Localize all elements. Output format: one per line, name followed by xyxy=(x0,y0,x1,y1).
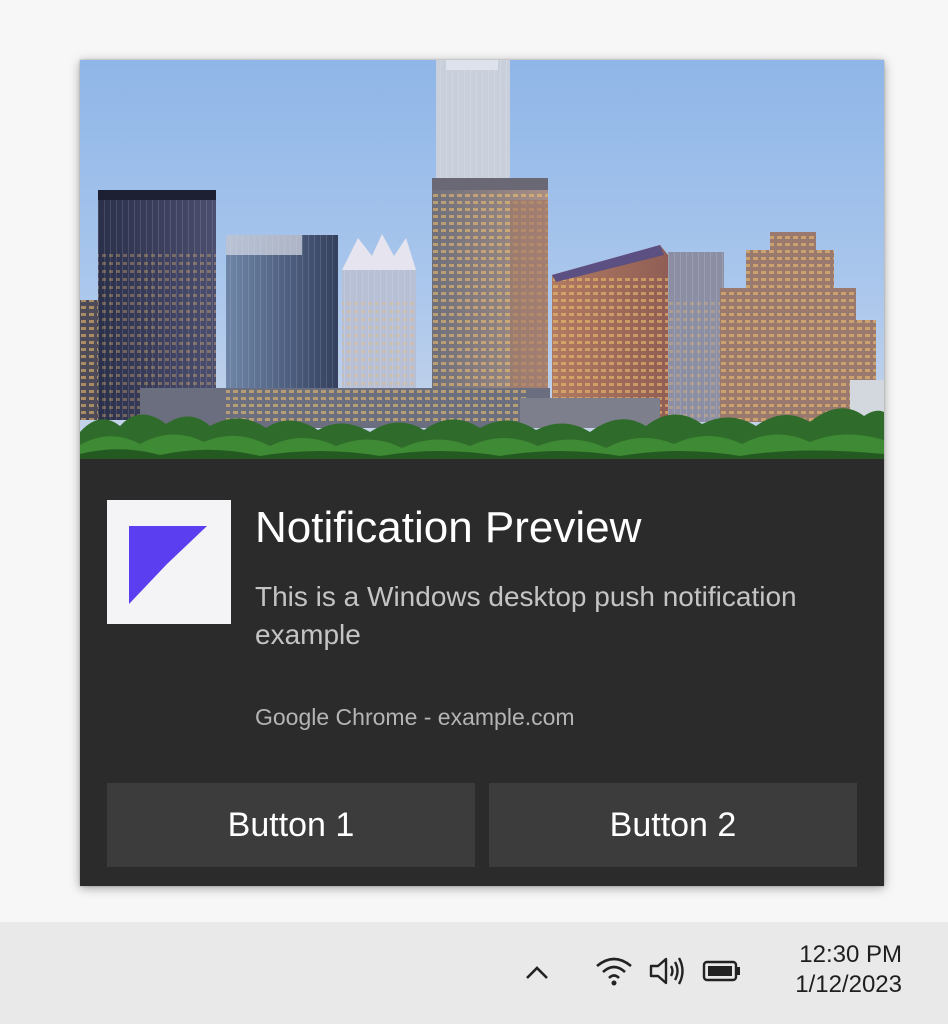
app-logo xyxy=(107,500,231,624)
action-button-1[interactable]: Button 1 xyxy=(107,783,475,867)
system-clock[interactable]: 12:30 PM 1/12/2023 xyxy=(702,940,902,1000)
action-button-2[interactable]: Button 2 xyxy=(489,783,857,867)
notification-title: Notification Preview xyxy=(255,503,642,552)
chevron-up-icon[interactable] xyxy=(522,958,552,988)
purple-triangle-logo-icon xyxy=(129,526,207,604)
wifi-icon[interactable] xyxy=(594,954,634,988)
hero-image xyxy=(80,60,884,459)
notification-attribution: Google Chrome - example.com xyxy=(255,704,575,730)
clock-date: 1/12/2023 xyxy=(795,971,902,998)
notification-toast[interactable]: Notification Preview This is a Windows d… xyxy=(80,60,884,886)
notification-body: This is a Windows desktop push notificat… xyxy=(255,581,797,650)
clock-time: 12:30 PM xyxy=(799,941,902,968)
volume-icon[interactable] xyxy=(648,954,688,988)
taskbar: 12:30 PM 1/12/2023 xyxy=(0,922,948,1024)
